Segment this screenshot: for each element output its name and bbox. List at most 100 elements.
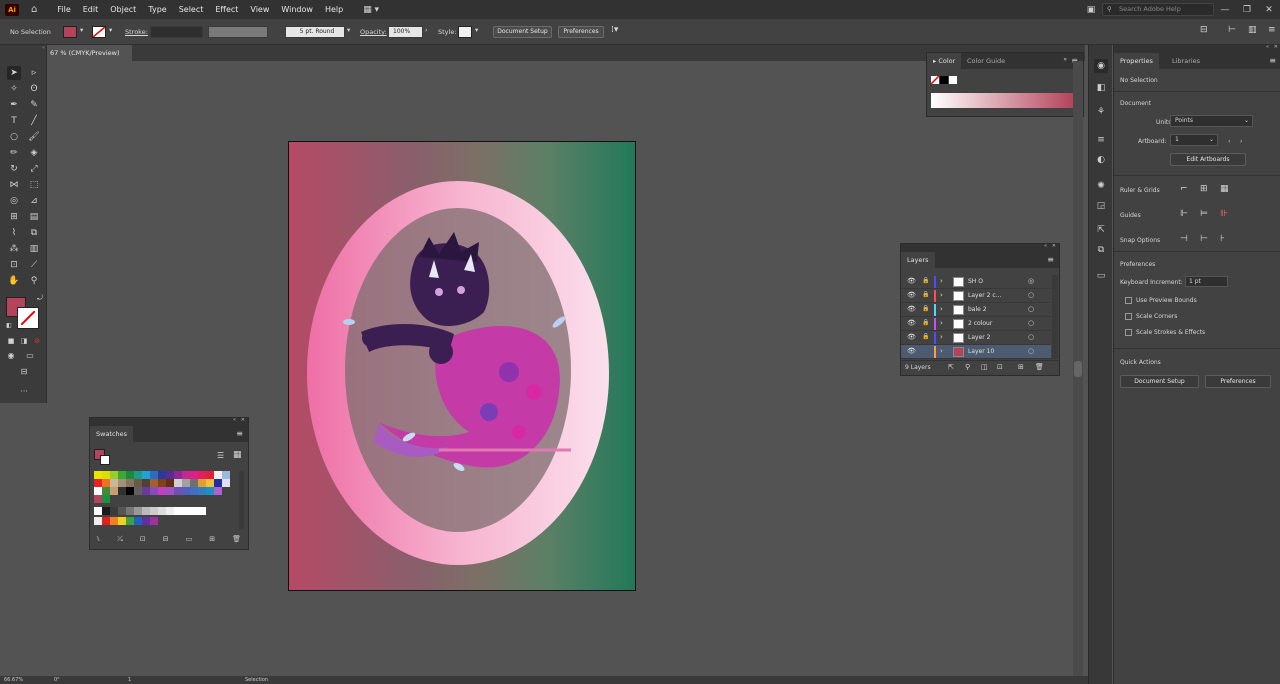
target-icon[interactable]: ○: [1028, 333, 1034, 341]
swatches-scrollbar[interactable]: [239, 471, 244, 529]
width-tool-icon[interactable]: ⋈: [7, 178, 21, 192]
preferences-button[interactable]: Preferences: [558, 26, 604, 38]
tab-libraries[interactable]: Libraries: [1166, 53, 1206, 69]
snap-to-point-icon[interactable]: ⊣: [1180, 234, 1188, 244]
target-icon[interactable]: ○: [1028, 347, 1034, 355]
swatch-grid[interactable]: [94, 471, 235, 529]
document-tab[interactable]: 67 % (CMYK/Preview): [47, 45, 132, 61]
new-color-group-icon[interactable]: ▭: [186, 535, 193, 545]
shape-builder-tool-icon[interactable]: ◎: [7, 194, 21, 208]
show-guides-icon[interactable]: ⊩: [1180, 209, 1188, 219]
panel-menu-icon[interactable]: ≡: [1047, 255, 1054, 264]
layer-name[interactable]: Layer 2: [968, 334, 990, 341]
paintbrush-tool-icon[interactable]: 🖌: [27, 130, 41, 144]
brush-definition[interactable]: 5 pt. Round: [285, 26, 345, 38]
visibility-eye-icon[interactable]: 👁: [907, 319, 916, 327]
opacity-field[interactable]: 100%: [388, 26, 423, 38]
fill-dropdown-icon[interactable]: ▾: [80, 26, 83, 34]
scale-tool-icon[interactable]: ⤢: [27, 162, 41, 176]
collect-export-icon[interactable]: ⇱: [948, 363, 954, 371]
none-swatch-icon[interactable]: [930, 75, 940, 85]
lock-icon[interactable]: 🔒: [922, 333, 929, 340]
pencil-tool-icon[interactable]: ✏: [7, 146, 21, 160]
scale-strokes-checkbox[interactable]: [1125, 329, 1132, 336]
collapse-panel-icon[interactable]: «: [1266, 44, 1269, 50]
symbol-sprayer-tool-icon[interactable]: ⁂: [7, 242, 21, 256]
black-swatch[interactable]: [940, 76, 948, 84]
transparency-grid-icon[interactable]: ▦: [1220, 184, 1229, 194]
artboard[interactable]: [288, 141, 636, 591]
layer-row[interactable]: 👁 🔒 › SH O ◎: [901, 275, 1051, 289]
menu-effect[interactable]: Effect: [209, 5, 244, 14]
zoom-tool-icon[interactable]: ⚲: [27, 274, 41, 288]
brushes-dock-icon[interactable]: ⚘: [1094, 105, 1108, 119]
units-dropdown[interactable]: Points ⌄: [1170, 115, 1253, 127]
preferences-button[interactable]: Preferences: [1205, 375, 1271, 388]
line-tool-icon[interactable]: ╱: [27, 114, 41, 128]
menu-select[interactable]: Select: [173, 5, 210, 14]
slice-tool-icon[interactable]: ⟋: [27, 258, 41, 272]
swatches-panel-grip[interactable]: «✕: [90, 417, 248, 426]
artboard-number[interactable]: 1: [128, 677, 131, 683]
transparency-dock-icon[interactable]: ◐: [1094, 153, 1108, 167]
export-dock-icon[interactable]: ⇱: [1094, 223, 1108, 237]
layer-name[interactable]: bale 2: [968, 306, 987, 313]
delete-swatch-icon[interactable]: 🗑: [232, 535, 241, 545]
perspective-grid-tool-icon[interactable]: ⊿: [27, 194, 41, 208]
selection-tool-icon[interactable]: ➤: [7, 66, 21, 80]
panel-menu-icon[interactable]: ≡: [236, 429, 243, 438]
align-icon[interactable]: ⊟: [1200, 25, 1208, 35]
layer-name[interactable]: Layer 10: [968, 348, 994, 355]
swap-fill-stroke-icon[interactable]: ⤾: [33, 291, 47, 305]
delete-layer-icon[interactable]: 🗑: [1035, 363, 1044, 371]
minimize-icon[interactable]: —: [1214, 5, 1236, 15]
collapse-panel-icon[interactable]: «: [233, 417, 236, 423]
visibility-eye-icon[interactable]: 👁: [907, 305, 916, 313]
snap-to-pixel-icon[interactable]: ⊢: [1200, 234, 1208, 244]
tab-swatches[interactable]: Swatches: [90, 426, 134, 442]
lasso-tool-icon[interactable]: ʘ: [27, 82, 41, 96]
layer-row[interactable]: 👁 🔒 › Layer 2 c... ○: [901, 289, 1051, 303]
tab-properties[interactable]: Properties: [1114, 53, 1159, 69]
style-swatch[interactable]: [458, 26, 472, 38]
rotate-tool-icon[interactable]: ↻: [7, 162, 21, 176]
smart-guides-icon[interactable]: ⊪: [1220, 209, 1228, 219]
layer-row[interactable]: 👁 🔒 › 2 colour ○: [901, 317, 1051, 331]
collapse-panel-icon[interactable]: »: [1063, 56, 1067, 63]
expand-chevron-icon[interactable]: ›: [940, 277, 943, 285]
next-artboard-icon[interactable]: ›: [1240, 138, 1242, 145]
panel-menu-icon[interactable]: ≡: [1269, 56, 1276, 65]
scale-corners-checkbox[interactable]: [1125, 313, 1132, 320]
stroke-label[interactable]: Stroke:: [125, 28, 148, 36]
transform-icon[interactable]: ⊢: [1228, 25, 1236, 35]
visibility-eye-icon[interactable]: 👁: [907, 347, 916, 355]
lock-icon[interactable]: 🔒: [922, 305, 929, 312]
layer-name[interactable]: Layer 2 c...: [968, 292, 1001, 299]
layers-scrollbar[interactable]: [1052, 275, 1058, 359]
menu-file[interactable]: File: [51, 5, 76, 14]
zoom-level[interactable]: 66.67%: [4, 677, 23, 683]
edit-artboards-button[interactable]: Edit Artboards: [1170, 153, 1246, 166]
collapse-panel-icon[interactable]: «: [1044, 243, 1047, 249]
properties-grip[interactable]: «✕: [1114, 44, 1280, 53]
libraries-dock-icon[interactable]: ◧: [1094, 81, 1108, 95]
lock-icon[interactable]: 🔒: [922, 277, 929, 284]
menu-type[interactable]: Type: [142, 5, 172, 14]
target-icon[interactable]: ○: [1028, 291, 1034, 299]
panel-options-icon[interactable]: ▥: [1248, 25, 1257, 35]
opacity-arrow-icon[interactable]: ›: [425, 26, 428, 34]
properties-dock-icon[interactable]: ◉: [1094, 59, 1108, 73]
blend-tool-icon[interactable]: ⧉: [27, 226, 41, 240]
collapse-tools-icon[interactable]: «: [2, 45, 45, 51]
new-swatch-icon[interactable]: ⊞: [209, 535, 215, 545]
menu-edit[interactable]: Edit: [77, 5, 105, 14]
stroke-weight-field[interactable]: [150, 26, 203, 38]
screen-mode-icon[interactable]: ▭: [23, 349, 37, 363]
new-layer-icon[interactable]: ⊞: [1018, 363, 1024, 371]
free-transform-tool-icon[interactable]: ⬚: [27, 178, 41, 192]
close-panel-icon[interactable]: ✕: [1052, 243, 1056, 249]
menu-help[interactable]: Help: [319, 5, 349, 14]
home-icon[interactable]: ⌂: [31, 4, 37, 15]
eraser-tool-icon[interactable]: ◈: [27, 146, 41, 160]
locate-object-icon[interactable]: ⚲: [965, 363, 970, 371]
